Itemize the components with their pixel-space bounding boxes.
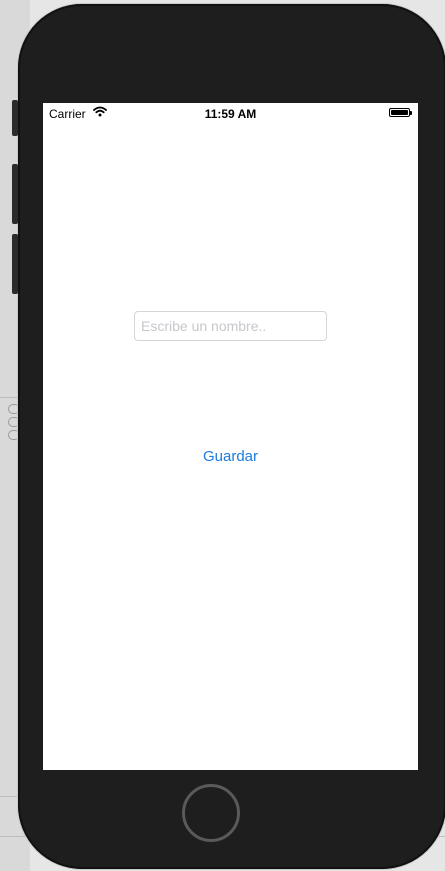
app-screen: Carrier 11:59 AM Guardar bbox=[43, 103, 418, 770]
status-bar: Carrier 11:59 AM bbox=[43, 103, 418, 123]
home-button[interactable] bbox=[182, 784, 240, 842]
volume-up-button bbox=[12, 164, 18, 224]
volume-down-button bbox=[12, 234, 18, 294]
battery-icon bbox=[389, 108, 412, 117]
name-input[interactable] bbox=[134, 311, 327, 341]
mute-switch bbox=[12, 100, 18, 136]
save-button[interactable]: Guardar bbox=[43, 447, 418, 466]
status-time: 11:59 AM bbox=[204, 107, 257, 121]
